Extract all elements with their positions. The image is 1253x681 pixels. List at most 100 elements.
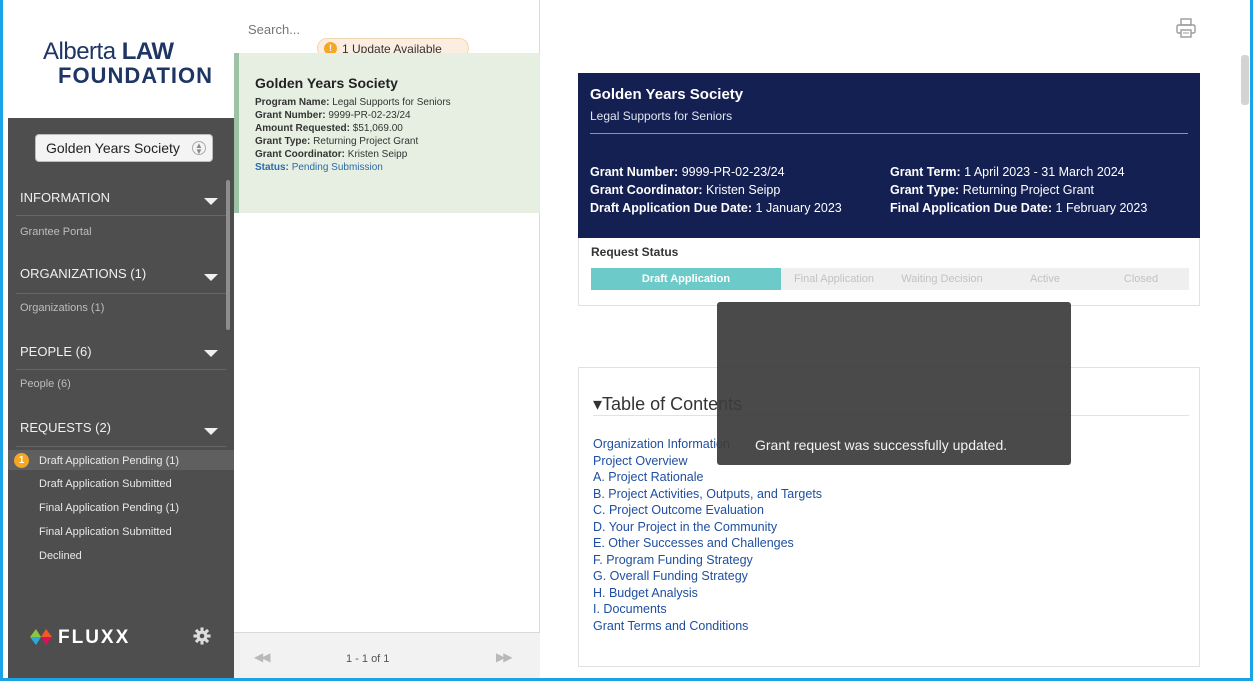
sidebar-scrollbar[interactable] [226,180,230,330]
card-type-label: Grant Type: [255,136,311,147]
card-status-value: Pending Submission [291,162,383,173]
card-title: Golden Years Society [255,75,398,91]
request-list-panel: ! 1 Update Available Golden Years Societ… [234,0,540,678]
header-grant-number-label: Grant Number: [590,165,679,179]
request-card[interactable]: Golden Years Society Program Name: Legal… [234,53,540,213]
card-program-value: Legal Supports for Seniors [332,97,451,108]
card-amount-label: Amount Requested: [255,123,350,134]
nav-item-draft-application-pending[interactable]: Draft Application Pending (1) [39,455,179,467]
request-status-panel: Request Status Draft Application Final A… [578,238,1200,306]
success-toast[interactable]: Grant request was successfully updated. [717,302,1071,465]
header-coordinator-value: Kristen Seipp [705,183,781,197]
grant-title: Golden Years Society [590,86,744,103]
caret-down-icon[interactable] [204,198,218,205]
section-information[interactable]: INFORMATION [20,190,225,205]
select-arrow-icon: ▲ ▼ [192,141,206,156]
status-step-draft-application: Draft Application [591,268,781,290]
nav-item-draft-application-submitted[interactable]: Draft Application Submitted [39,478,172,490]
caret-down-icon[interactable] [204,350,218,357]
logo-foundation-text: FOUNDATION [58,63,214,88]
print-icon[interactable] [1175,17,1197,39]
card-coordinator-value: Kristen Seipp [347,149,408,160]
header-type-label: Grant Type: [890,183,960,197]
nav-item-organizations[interactable]: Organizations (1) [20,302,104,314]
card-status-label: Status: [255,162,289,173]
header-grant-type: Grant Type: Returning Project Grant [890,183,1094,197]
header-final-due-date: Final Application Due Date: 1 February 2… [890,201,1147,215]
toc-link-project-outcome-evaluation[interactable]: C. Project Outcome Evaluation [593,502,822,519]
section-people[interactable]: PEOPLE (6) [20,344,225,359]
header-draft-due-date: Draft Application Due Date: 1 January 20… [590,201,842,215]
toc-link-program-funding-strategy[interactable]: F. Program Funding Strategy [593,552,822,569]
request-detail-panel: Golden Years Society Legal Supports for … [541,0,1250,678]
search-input[interactable] [248,22,448,37]
previous-page-button[interactable]: ◀◀ [254,650,271,664]
fluxx-brand-text: FLUXX [58,627,131,648]
pagination-text: 1 - 1 of 1 [346,653,390,665]
header-final-due-value: 1 February 2023 [1055,201,1148,215]
caret-down-icon[interactable] [204,428,218,435]
header-grant-number: Grant Number: 9999-PR-02-23/24 [590,165,785,179]
sidebar: Alberta LAW FOUNDATION Golden Years Soci… [8,0,234,678]
card-status: Status: Pending Submission [255,162,383,173]
header-draft-due-label: Draft Application Due Date: [590,201,753,215]
logo-alberta-text: Alberta [43,38,122,65]
status-step-final-application: Final Application [793,273,875,285]
pagination-bar: ◀◀ 1 - 1 of 1 ▶▶ [234,632,540,678]
divider [16,446,226,447]
nav-item-final-application-submitted[interactable]: Final Application Submitted [39,526,172,538]
caret-down-icon[interactable] [204,274,218,281]
toc-link-budget-analysis[interactable]: H. Budget Analysis [593,585,822,602]
header-term-label: Grant Term: [890,165,961,179]
grant-subtitle: Legal Supports for Seniors [590,109,733,123]
triangle-down-icon: ▾ [593,394,603,414]
section-requests[interactable]: REQUESTS (2) [20,420,225,435]
card-grant-number-label: Grant Number: [255,110,326,121]
status-step-closed: Closed [1123,273,1159,285]
section-organizations[interactable]: ORGANIZATIONS (1) [20,266,225,281]
toc-link-other-successes[interactable]: E. Other Successes and Challenges [593,535,822,552]
nav-item-grantee-portal[interactable]: Grantee Portal [20,226,92,238]
divider [16,215,226,216]
brand-logo[interactable]: Alberta LAW FOUNDATION [8,0,234,118]
status-step-active: Active [1030,273,1060,285]
toast-message: Grant request was successfully updated. [755,437,1008,453]
card-amount-value: $51,069.00 [352,123,403,134]
toc-link-documents[interactable]: I. Documents [593,601,822,618]
organization-select-value: Golden Years Society [46,140,180,156]
main-scrollbar[interactable] [1241,55,1249,105]
status-progress-bar: Draft Application Final Application Wait… [591,268,1189,290]
toc-link-project-activities[interactable]: B. Project Activities, Outputs, and Targ… [593,486,822,503]
nav-item-people[interactable]: People (6) [20,378,71,390]
header-coordinator-label: Grant Coordinator: [590,183,703,197]
fluxx-logo[interactable]: FLUXX [30,627,130,649]
toc-link-grant-terms[interactable]: Grant Terms and Conditions [593,618,822,635]
status-step-waiting-decision: Waiting Decision [901,273,983,285]
header-draft-due-value: 1 January 2023 [755,201,842,215]
nav-item-declined[interactable]: Declined [39,550,82,562]
toc-link-overall-funding-strategy[interactable]: G. Overall Funding Strategy [593,568,822,585]
nav-item-final-application-pending[interactable]: Final Application Pending (1) [39,502,179,514]
divider [16,293,226,294]
request-status-label: Request Status [591,245,679,259]
card-program-label: Program Name: [255,97,330,108]
notification-badge: 1 [14,453,29,468]
header-coordinator: Grant Coordinator: Kristen Seipp [590,183,780,197]
grant-header: Golden Years Society Legal Supports for … [578,73,1200,238]
header-grant-term: Grant Term: 1 April 2023 - 31 March 2024 [890,165,1125,179]
toc-link-project-rationale[interactable]: A. Project Rationale [593,469,822,486]
card-grant-type: Grant Type: Returning Project Grant [255,136,418,147]
fluxx-logo-icon [30,629,52,645]
header-type-value: Returning Project Grant [962,183,1095,197]
header-term-value: 1 April 2023 - 31 March 2024 [964,165,1125,179]
card-type-value: Returning Project Grant [313,136,419,147]
card-program: Program Name: Legal Supports for Seniors [255,97,451,108]
logo-line1: Alberta LAW [43,38,174,66]
organization-select[interactable]: Golden Years Society ▲ ▼ [35,134,213,162]
gear-icon[interactable] [193,627,211,645]
card-coordinator-label: Grant Coordinator: [255,149,345,160]
next-page-button[interactable]: ▶▶ [496,650,513,664]
card-amount: Amount Requested: $51,069.00 [255,123,403,134]
toc-link-project-in-community[interactable]: D. Your Project in the Community [593,519,822,536]
header-grant-number-value: 9999-PR-02-23/24 [681,165,785,179]
